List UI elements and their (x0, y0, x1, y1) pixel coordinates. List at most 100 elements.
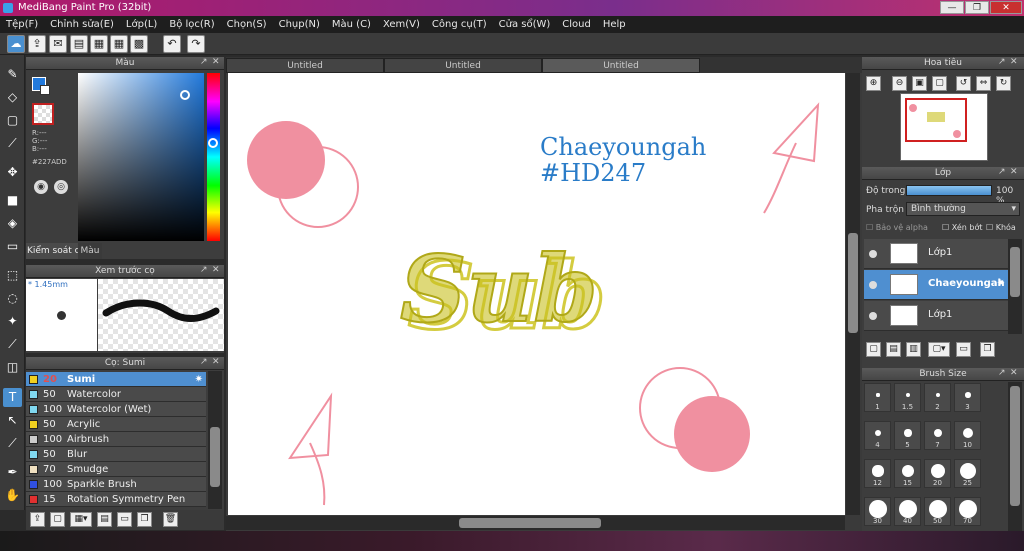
brush-size-cell[interactable]: 20 (924, 459, 951, 488)
brush-size-cell[interactable]: 1.5 (894, 383, 921, 412)
scroll-thumb[interactable] (1010, 386, 1020, 506)
brush-size-cell[interactable]: 3 (954, 383, 981, 412)
menu-edit[interactable]: Chỉnh sửa(E) (44, 19, 120, 30)
actual-size-icon[interactable]: ▢ (932, 76, 947, 91)
menu-cloud[interactable]: Cloud (556, 19, 597, 30)
layer-1bit-icon[interactable]: ▥ (906, 342, 921, 357)
flip-icon[interactable]: ⇔ (976, 76, 991, 91)
close-panel-icon[interactable]: ✕ (1010, 57, 1018, 67)
operation-tool-icon[interactable]: ↖ (3, 411, 22, 430)
hand-tool-icon[interactable]: ✋ (3, 486, 22, 505)
rectangle-tool-icon[interactable]: ▢ (3, 111, 22, 130)
menu-select[interactable]: Chọn(S) (221, 19, 273, 30)
brush-item-acrylic[interactable]: 50 Acrylic (26, 417, 206, 432)
fill-rect-icon[interactable]: ■ (3, 191, 22, 210)
secondary-color-swatch[interactable] (40, 85, 50, 95)
popout-icon[interactable]: ↗ (200, 265, 208, 275)
undo-icon[interactable]: ↶ (163, 35, 181, 53)
brush-list-scrollbar[interactable] (208, 371, 222, 509)
share-icon[interactable]: ⇪ (28, 35, 46, 53)
clipping-checkbox[interactable]: ☐ Xén bớt (942, 223, 982, 232)
brush-doc-icon[interactable]: ▤ (97, 512, 112, 527)
document-icon[interactable]: ▤ (70, 35, 88, 53)
close-panel-icon[interactable]: ✕ (212, 57, 220, 67)
zoom-in-icon[interactable]: ⊕ (866, 76, 881, 91)
brush-size-cell[interactable]: 70 (954, 497, 981, 526)
menu-color[interactable]: Màu (C) (326, 19, 377, 30)
close-panel-icon[interactable]: ✕ (212, 265, 220, 275)
select-pen-icon[interactable]: ⟋ (3, 335, 22, 354)
layer-row[interactable]: Lớp1 (864, 301, 1008, 331)
redo-icon[interactable]: ↷ (187, 35, 205, 53)
menu-capture[interactable]: Chụp(N) (273, 19, 326, 30)
brush-size-cell[interactable]: 2 (924, 383, 951, 412)
navigator-thumbnail[interactable] (900, 93, 988, 161)
tab-brush-control[interactable]: Kiểm soát cọ (26, 243, 86, 259)
eraser-tool-icon[interactable]: ◇ (3, 88, 22, 107)
brush-size-cell[interactable]: 4 (864, 421, 891, 450)
maximize-button[interactable]: ❐ (965, 1, 989, 14)
layer-row[interactable]: Chaeyoungah ✷ (864, 270, 1008, 300)
gear-icon[interactable]: ✷ (195, 372, 203, 387)
scroll-thumb[interactable] (1010, 247, 1020, 297)
brush-tool-icon[interactable]: ✎ (3, 65, 22, 84)
cloud-icon[interactable]: ☁ (7, 35, 25, 53)
pen-tool-icon[interactable]: ✒ (3, 463, 22, 482)
move-tool-icon[interactable]: ✥ (3, 163, 22, 182)
text-tool-icon[interactable]: T (3, 388, 22, 407)
close-panel-icon[interactable]: ✕ (1010, 368, 1018, 378)
add-brush-icon[interactable]: ▦▾ (70, 512, 92, 527)
select-eraser-icon[interactable]: ◫ (3, 358, 22, 377)
layer-8bit-icon[interactable]: ▤ (886, 342, 901, 357)
brush-item-sumi[interactable]: 20 Sumi ✷ (26, 372, 206, 387)
scroll-thumb[interactable] (848, 233, 858, 333)
brush-size-cell[interactable]: 12 (864, 459, 891, 488)
visibility-icon[interactable] (869, 281, 877, 289)
tab-document-2[interactable]: Untitled (384, 58, 542, 73)
grid-icon[interactable]: ▦ (110, 35, 128, 53)
folder-icon[interactable]: ▭ (956, 342, 971, 357)
brush-size-cell[interactable]: 50 (924, 497, 951, 526)
eyedropper-tool-icon[interactable]: ⟋ (3, 434, 22, 453)
upload-brush-icon[interactable]: ⇪ (30, 512, 45, 527)
menu-tools[interactable]: Công cụ(T) (426, 19, 493, 30)
opacity-slider[interactable] (906, 185, 992, 196)
canvas-vertical-scrollbar[interactable] (846, 73, 860, 515)
menu-filter[interactable]: Bộ lọc(R) (163, 19, 220, 30)
magic-wand-icon[interactable]: ✦ (3, 312, 22, 331)
close-panel-icon[interactable]: ✕ (212, 357, 220, 367)
menu-layer[interactable]: Lớp(L) (120, 19, 163, 30)
page-icon[interactable]: ▦ (90, 35, 108, 53)
drawing-canvas[interactable]: Chaeyoungah #HD247 Sub Sub (228, 73, 845, 515)
brush-item-rotation-symmetry-pen[interactable]: 15 Rotation Symmetry Pen (26, 492, 206, 507)
hue-cursor[interactable] (208, 138, 218, 148)
new-brush-icon[interactable]: ▢ (50, 512, 65, 527)
hue-slider[interactable] (207, 73, 220, 241)
menu-help[interactable]: Help (597, 19, 632, 30)
tab-document-3[interactable]: Untitled (542, 58, 700, 73)
protect-alpha-checkbox[interactable]: ☐ Bảo vệ alpha (866, 223, 928, 232)
brush-item-blur[interactable]: 50 Blur (26, 447, 206, 462)
rotate-right-icon[interactable]: ↻ (996, 76, 1011, 91)
new-layer-icon[interactable]: ▢ (866, 342, 881, 357)
visibility-icon[interactable] (869, 312, 877, 320)
brush-size-scrollbar[interactable] (1008, 382, 1022, 531)
brush-item-sparkle-brush[interactable]: 100 Sparkle Brush (26, 477, 206, 492)
transparent-swatch[interactable] (32, 103, 54, 125)
layer-list-scrollbar[interactable] (1008, 239, 1022, 334)
brush-size-cell[interactable]: 30 (864, 497, 891, 526)
palette-icon[interactable]: ◉ (34, 180, 48, 194)
brush-item-watercolor-wet-[interactable]: 100 Watercolor (Wet) (26, 402, 206, 417)
scroll-thumb[interactable] (210, 427, 220, 487)
brush-size-cell[interactable]: 25 (954, 459, 981, 488)
comment-icon[interactable]: ✉ (49, 35, 67, 53)
popout-icon[interactable]: ↗ (200, 57, 208, 67)
trash-icon[interactable]: 🗑 (163, 512, 178, 527)
canvas-horizontal-scrollbar[interactable] (226, 516, 845, 530)
brush-size-cell[interactable]: 5 (894, 421, 921, 450)
lock-checkbox[interactable]: ☐ Khóa (986, 223, 1016, 232)
saturation-value-picker[interactable] (78, 73, 204, 241)
tab-document-1[interactable]: Untitled (226, 58, 384, 73)
scroll-thumb[interactable] (459, 518, 601, 528)
brush-size-cell[interactable]: 10 (954, 421, 981, 450)
